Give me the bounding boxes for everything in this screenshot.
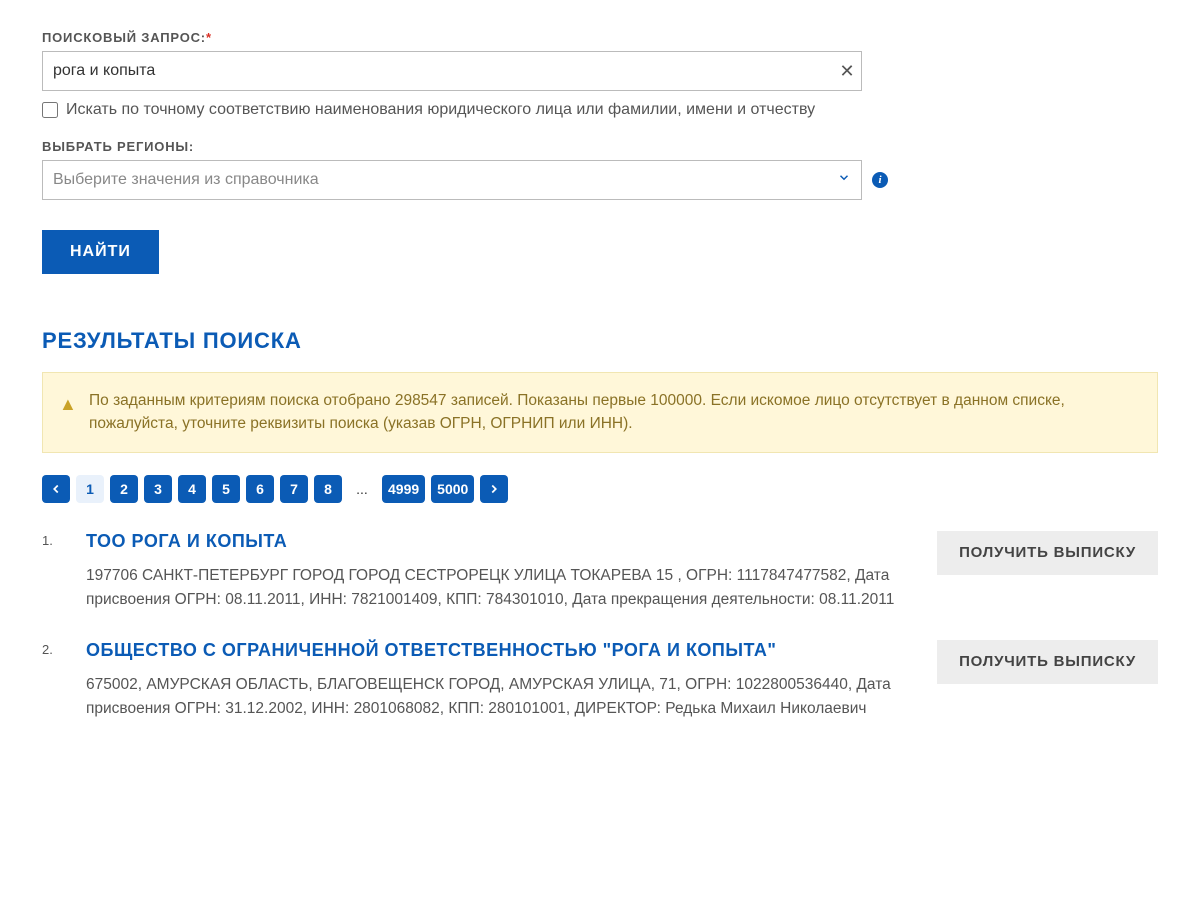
pagination-prev[interactable] — [42, 475, 70, 503]
pagination-page[interactable]: 7 — [280, 475, 308, 503]
search-query-label: ПОИСКОВЫЙ ЗАПРОС:* — [42, 30, 1158, 45]
result-item: 1. ТОО РОГА И КОПЫТА 197706 САНКТ-ПЕТЕРБ… — [42, 531, 1158, 612]
pagination-page[interactable]: 6 — [246, 475, 274, 503]
result-description: 675002, АМУРСКАЯ ОБЛАСТЬ, БЛАГОВЕЩЕНСК Г… — [86, 673, 899, 721]
search-button[interactable]: НАЙТИ — [42, 230, 159, 274]
exact-match-label[interactable]: Искать по точному соответствию наименова… — [66, 101, 815, 119]
required-asterisk: * — [206, 30, 212, 45]
exact-match-checkbox[interactable] — [42, 102, 58, 118]
get-excerpt-button[interactable]: ПОЛУЧИТЬ ВЫПИСКУ — [937, 640, 1158, 684]
pagination-ellipsis: ... — [348, 475, 376, 503]
pagination-page[interactable]: 8 — [314, 475, 342, 503]
chevron-down-icon — [837, 171, 851, 190]
result-item: 2. ОБЩЕСТВО С ОГРАНИЧЕННОЙ ОТВЕТСТВЕННОС… — [42, 640, 1158, 721]
result-index: 2. — [42, 640, 66, 657]
results-alert: ▲ По заданным критериям поиска отобрано … — [42, 372, 1158, 453]
region-label: ВЫБРАТЬ РЕГИОНЫ: — [42, 139, 1158, 154]
region-select[interactable]: Выберите значения из справочника — [42, 160, 862, 200]
info-icon[interactable]: i — [872, 172, 888, 188]
result-index: 1. — [42, 531, 66, 548]
pagination-next[interactable] — [480, 475, 508, 503]
get-excerpt-button[interactable]: ПОЛУЧИТЬ ВЫПИСКУ — [937, 531, 1158, 575]
warning-icon: ▲ — [59, 391, 77, 418]
search-input[interactable] — [42, 51, 862, 91]
clear-search-icon[interactable]: ✕ — [832, 51, 862, 91]
pagination-page[interactable]: 5000 — [431, 475, 474, 503]
alert-text: По заданным критериям поиска отобрано 29… — [89, 392, 1065, 432]
pagination-page[interactable]: 5 — [212, 475, 240, 503]
results-heading: РЕЗУЛЬТАТЫ ПОИСКА — [42, 328, 1158, 354]
pagination-page[interactable]: 3 — [144, 475, 172, 503]
result-title-link[interactable]: ОБЩЕСТВО С ОГРАНИЧЕННОЙ ОТВЕТСТВЕННОСТЬЮ… — [86, 640, 899, 661]
pagination: 1 2 3 4 5 6 7 8 ... 4999 5000 — [42, 475, 1158, 503]
result-description: 197706 САНКТ-ПЕТЕРБУРГ ГОРОД ГОРОД СЕСТР… — [86, 564, 899, 612]
pagination-page[interactable]: 4 — [178, 475, 206, 503]
pagination-page-current[interactable]: 1 — [76, 475, 104, 503]
pagination-page[interactable]: 4999 — [382, 475, 425, 503]
pagination-page[interactable]: 2 — [110, 475, 138, 503]
region-placeholder: Выберите значения из справочника — [53, 171, 319, 189]
result-title-link[interactable]: ТОО РОГА И КОПЫТА — [86, 531, 899, 552]
